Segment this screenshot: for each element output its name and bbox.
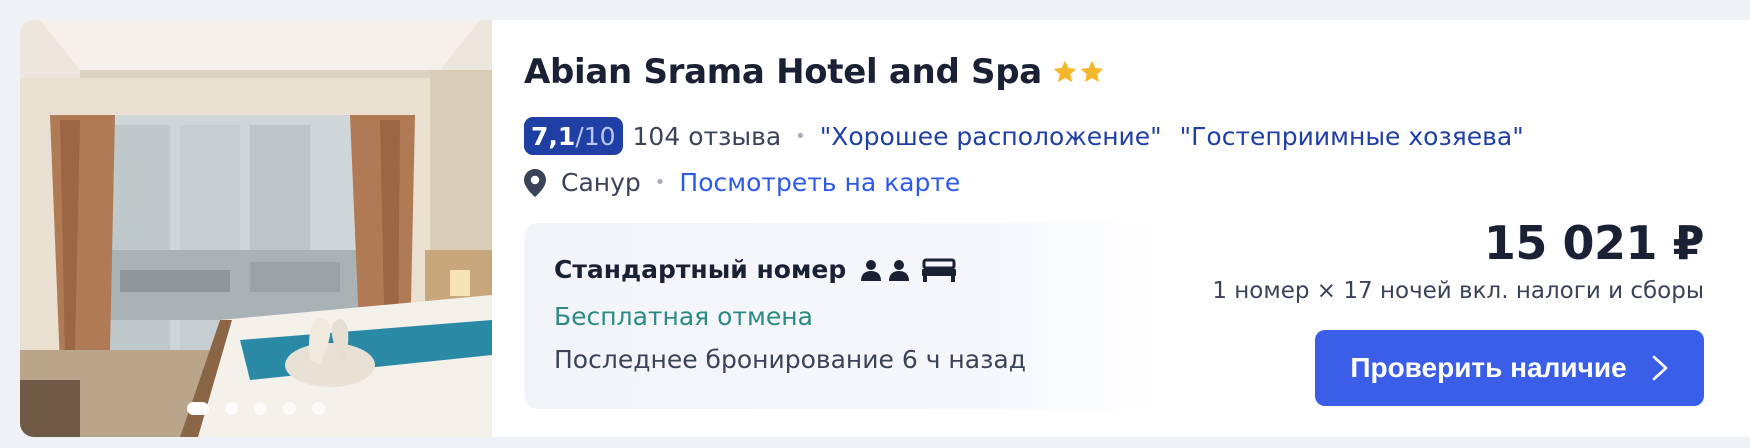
room-offer: Стандартный номер Бесплатная отмена Посл… <box>524 223 1154 409</box>
score-value: 7,1 <box>531 121 576 151</box>
location-row: Санур • Посмотреть на карте <box>524 168 960 197</box>
star-icon <box>1080 60 1104 83</box>
separator-dot: • <box>654 172 666 193</box>
photo-dot[interactable] <box>187 402 209 415</box>
price-block: 15 021 ₽ 1 номер × 17 ночей вкл. налоги … <box>1212 216 1704 304</box>
free-cancellation: Бесплатная отмена <box>554 302 813 331</box>
bed-icon <box>922 258 957 282</box>
photo-dot[interactable] <box>283 402 296 415</box>
photo-dot[interactable] <box>312 402 325 415</box>
check-availability-button[interactable]: Проверить наличие <box>1315 330 1704 406</box>
room-capacity <box>860 258 957 282</box>
rating-row: 7,1/10 104 отзыва • "Хорошее расположени… <box>524 117 1542 155</box>
person-icon <box>861 259 882 281</box>
price-note: 1 номер × 17 ночей вкл. налоги и сборы <box>1212 278 1704 304</box>
review-tag: "Гостеприимные хозяева" <box>1179 121 1524 151</box>
chevron-right-icon <box>1652 355 1667 381</box>
map-pin-icon <box>524 168 546 197</box>
room-name-row: Стандартный номер <box>554 255 957 284</box>
check-availability-label: Проверить наличие <box>1350 352 1627 383</box>
star-rating <box>1052 59 1105 85</box>
photo-dot[interactable] <box>225 402 238 415</box>
city-name: Санур <box>561 168 641 197</box>
view-on-map-link[interactable]: Посмотреть на карте <box>679 168 960 197</box>
room-photo-image <box>20 20 492 437</box>
person-icon <box>889 259 910 281</box>
hotel-photo[interactable] <box>20 20 492 437</box>
hotel-name[interactable]: Abian Srama Hotel and Spa <box>524 52 1042 92</box>
photo-dot[interactable] <box>254 402 267 415</box>
price-amount: 15 021 ₽ <box>1483 216 1705 270</box>
last-booking: Последнее бронирование 6 ч назад <box>554 345 1026 374</box>
review-tag: "Хорошее расположение" <box>819 121 1162 151</box>
star-icon <box>1053 60 1077 83</box>
title-row: Abian Srama Hotel and Spa <box>524 52 1105 92</box>
separator-dot: • <box>795 125 806 147</box>
score-out-of: /10 <box>575 121 616 151</box>
room-name: Стандартный номер <box>554 255 847 284</box>
photo-pagination <box>20 402 492 415</box>
score-badge[interactable]: 7,1/10 <box>524 117 623 155</box>
hotel-card: Abian Srama Hotel and Spa 7,1/10 104 отз… <box>20 20 1750 437</box>
reviews-count[interactable]: 104 отзыва <box>633 122 782 151</box>
hotel-info: Abian Srama Hotel and Spa 7,1/10 104 отз… <box>524 20 1750 437</box>
